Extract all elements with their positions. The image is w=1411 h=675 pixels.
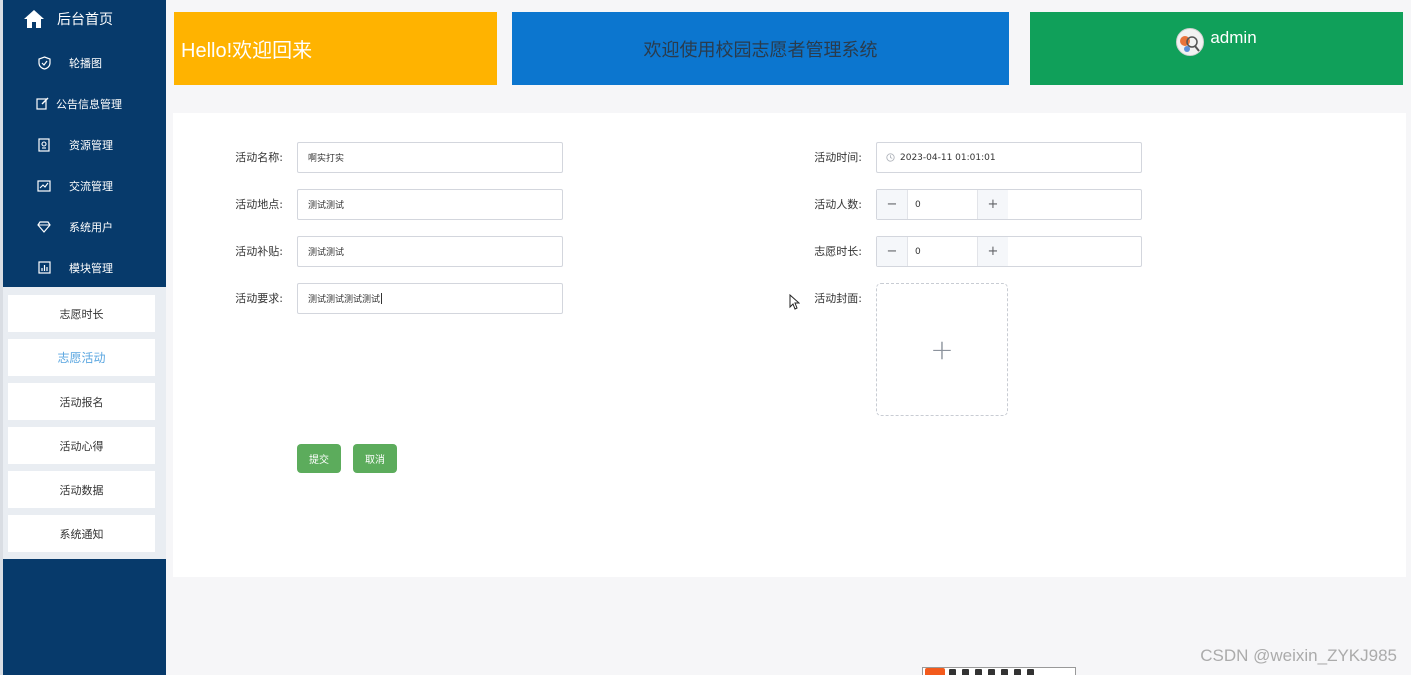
submenu-item-volunteer-activities[interactable]: 志愿活动 [8,339,155,376]
mouse-cursor-icon [789,294,800,310]
activity-requirement-input[interactable]: 测试测试测试测试 [297,283,563,314]
activity-subsidy-label: 活动补贴: [235,245,283,258]
ime-skin-icon [1014,669,1021,675]
diamond-icon [27,220,61,233]
activity-requirement-label: 活动要求: [235,292,283,305]
sidebar-home-link[interactable]: 后台首页 [3,0,166,38]
participant-count-input[interactable]: 0 [907,190,978,219]
sidebar-item-system-users[interactable]: 系统用户 [3,206,166,247]
sidebar-item-label: 轮播图 [69,56,102,70]
ime-tools-icon [1027,669,1034,675]
sidebar-item-label: 资源管理 [69,138,113,152]
sidebar-item-communication[interactable]: 交流管理 [3,165,166,206]
sidebar-item-label: 公告信息管理 [56,97,122,111]
ime-punct-icon [962,669,969,675]
submit-button[interactable]: 提交 [297,444,341,473]
ime-voice-icon [988,669,995,675]
submenu-item-activity-reflections[interactable]: 活动心得 [8,427,155,464]
ime-emoji-icon [975,669,982,675]
sidebar-item-carousel[interactable]: 轮播图 [3,42,166,83]
cover-upload[interactable]: + [876,283,1008,416]
hours-decrement-button[interactable]: − [877,237,907,266]
sidebar-item-label: 系统用户 [69,220,113,234]
system-title-banner: 欢迎使用校园志愿者管理系统 [512,12,1009,85]
sidebar-item-modules[interactable]: 模块管理 [3,247,166,288]
activity-location-label: 活动地点: [235,198,283,211]
volunteer-hours-stepper: − 0 + [876,236,1142,267]
csdn-watermark: CSDN @weixin_ZYKJ985 [1200,646,1397,665]
activity-name-input[interactable]: 啊实打实 [297,142,563,173]
activity-subsidy-input[interactable]: 测试测试 [297,236,563,267]
sidebar-item-label: 交流管理 [69,179,113,193]
sidebar-item-announcements[interactable]: 公告信息管理 [3,83,166,124]
sidebar: 后台首页 轮播图 公告信息管理 资源管理 交流管理 系统用户 模块管理 志愿时长… [0,0,166,675]
cancel-button[interactable]: 取消 [353,444,397,473]
edit-icon [32,97,52,110]
participant-count-label: 活动人数: [814,198,862,211]
shield-icon [27,55,61,70]
activity-form: 活动名称: 啊实打实 活动地点: 测试测试 活动补贴: 测试测试 活动要求: 测… [173,113,1406,577]
ime-keyboard-icon [1001,669,1008,675]
activity-time-value: 2023-04-11 01:01:01 [900,152,996,163]
submenu-item-system-notices[interactable]: 系统通知 [8,515,155,552]
volunteer-hours-label: 志愿时长: [814,245,862,258]
participant-decrement-button[interactable]: − [877,190,907,219]
sidebar-item-label: 模块管理 [69,261,113,275]
participant-increment-button[interactable]: + [978,190,1008,219]
sidebar-submenu: 志愿时长 志愿活动 活动报名 活动心得 活动数据 系统通知 [3,287,166,559]
ime-mode-icon [949,669,956,675]
clock-icon [886,153,895,162]
user-banner[interactable]: admin [1030,12,1403,85]
text-caret [381,293,383,304]
chart-icon [27,179,61,192]
sidebar-item-resources[interactable]: 资源管理 [3,124,166,165]
hours-increment-button[interactable]: + [978,237,1008,266]
volunteer-hours-input[interactable]: 0 [907,237,978,266]
participant-count-stepper: − 0 + [876,189,1142,220]
activity-location-input[interactable]: 测试测试 [297,189,563,220]
home-icon [24,10,44,28]
activity-time-label: 活动时间: [814,151,862,164]
bar-chart-icon [27,261,61,274]
sidebar-home-label: 后台首页 [57,12,113,28]
ime-toolbar [922,667,1076,675]
ime-logo-icon [925,668,945,675]
username-label: admin [1210,28,1257,47]
submenu-item-activity-signup[interactable]: 活动报名 [8,383,155,420]
plus-icon: + [930,332,954,366]
avatar[interactable] [1176,28,1205,56]
greeting-banner: Hello!欢迎回来 [174,12,497,85]
sidebar-edge [0,0,3,675]
activity-name-label: 活动名称: [235,151,283,164]
submenu-item-activity-data[interactable]: 活动数据 [8,471,155,508]
submenu-item-volunteer-hours[interactable]: 志愿时长 [8,295,155,332]
activity-time-picker[interactable]: 2023-04-11 01:01:01 [876,142,1142,173]
document-icon [27,137,61,152]
activity-requirement-value: 测试测试测试测试 [308,295,381,305]
